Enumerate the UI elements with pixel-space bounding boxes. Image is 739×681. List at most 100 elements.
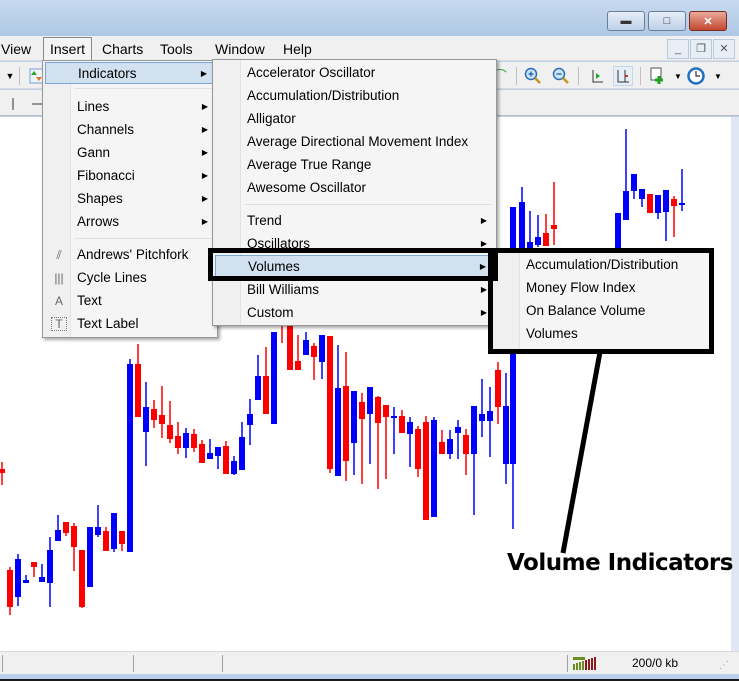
bullish-candle bbox=[215, 447, 221, 456]
menu-item-fibonacci[interactable]: Fibonacci ▶ bbox=[45, 165, 215, 187]
mdi-minimize-button[interactable]: _ bbox=[667, 39, 689, 59]
status-separator bbox=[2, 655, 3, 672]
bearish-candle bbox=[551, 225, 557, 229]
menu-item-alligator[interactable]: Alligator bbox=[215, 108, 494, 130]
volumes-highlight-box bbox=[208, 248, 498, 281]
bullish-candle bbox=[535, 237, 541, 245]
cycle-lines-icon: ||| bbox=[54, 271, 64, 285]
menu-charts[interactable]: Charts bbox=[96, 39, 149, 59]
menu-tools[interactable]: Tools bbox=[154, 39, 199, 59]
autoscroll-icon[interactable] bbox=[613, 66, 633, 86]
bullish-candle bbox=[303, 340, 309, 355]
bearish-candle bbox=[119, 531, 125, 544]
chart-shift-icon[interactable] bbox=[587, 66, 607, 86]
periods-clock-icon[interactable] bbox=[686, 66, 706, 86]
mdi-restore-button[interactable]: ❐ bbox=[690, 39, 712, 59]
bullish-candle bbox=[255, 376, 261, 400]
bearish-candle bbox=[199, 444, 205, 463]
menu-item-accelerator-oscillator[interactable]: Accelerator Oscillator bbox=[215, 62, 494, 84]
bearish-candle bbox=[327, 336, 333, 469]
submenu-arrow-icon: ▶ bbox=[201, 102, 208, 111]
mdi-buttons: _ ❐ ✕ bbox=[667, 39, 735, 59]
bullish-candle bbox=[655, 195, 661, 213]
bullish-candle bbox=[15, 559, 21, 597]
menu-item-adx[interactable]: Average Directional Movement Index bbox=[215, 131, 494, 153]
menu-item-channels[interactable]: Channels ▶ bbox=[45, 119, 215, 141]
menu-item-andrews-pitchfork[interactable]: ⫽ Andrews' Pitchfork bbox=[45, 244, 215, 266]
menu-item-lines[interactable]: Lines ▶ bbox=[45, 96, 215, 118]
caption-buttons: ▬ □ ✕ bbox=[607, 11, 727, 31]
mdi-close-button[interactable]: ✕ bbox=[713, 39, 735, 59]
menu-help[interactable]: Help bbox=[277, 39, 318, 59]
menu-item-bill-williams[interactable]: Bill Williams ▶ bbox=[215, 279, 494, 301]
bullish-candle bbox=[183, 433, 189, 448]
bearish-candle bbox=[71, 526, 77, 547]
toolbar-separator bbox=[640, 67, 641, 85]
bearish-candle bbox=[151, 409, 157, 420]
bullish-candle bbox=[95, 527, 101, 535]
menu-item-text-label[interactable]: T Text Label bbox=[45, 313, 215, 335]
menu-item-shapes[interactable]: Shapes ▶ bbox=[45, 188, 215, 210]
bullish-candle bbox=[207, 453, 213, 459]
zoom-out-icon[interactable] bbox=[551, 66, 571, 86]
periods-dropdown-icon[interactable]: ▼ bbox=[708, 66, 728, 86]
bearish-candle bbox=[671, 199, 677, 206]
submenu-arrow-icon: ▶ bbox=[201, 171, 208, 180]
menu-item-indicators[interactable]: Indicators ▶ bbox=[45, 62, 215, 84]
menu-item-custom[interactable]: Custom ▶ bbox=[215, 302, 494, 324]
status-separator bbox=[222, 655, 223, 672]
connection-status-icon[interactable] bbox=[573, 657, 599, 673]
templates-icon[interactable] bbox=[648, 66, 668, 86]
status-bar: 200/0 kb ⋰ bbox=[0, 651, 739, 674]
bearish-candle bbox=[311, 346, 317, 357]
menu-item-accumulation-distribution[interactable]: Accumulation/Distribution bbox=[215, 85, 494, 107]
bullish-candle bbox=[391, 416, 397, 418]
menu-insert[interactable]: Insert bbox=[43, 37, 93, 61]
menu-item-text[interactable]: A Text bbox=[45, 290, 215, 312]
indicators-menu: Accelerator Oscillator Accumulation/Dist… bbox=[212, 59, 497, 326]
menu-item-awesome-oscillator[interactable]: Awesome Oscillator bbox=[215, 177, 494, 199]
bearish-candle bbox=[463, 435, 469, 454]
window-bottom-border bbox=[0, 674, 739, 681]
submenu-arrow-icon: ▶ bbox=[480, 216, 487, 225]
bearish-candle bbox=[223, 446, 229, 474]
bullish-candle bbox=[479, 414, 485, 421]
bearish-candle bbox=[423, 422, 429, 520]
bearish-candle bbox=[79, 550, 85, 607]
minimize-button[interactable]: ▬ bbox=[607, 11, 645, 31]
menu-item-trend[interactable]: Trend ▶ bbox=[215, 210, 494, 232]
maximize-icon: □ bbox=[663, 15, 671, 27]
bearish-candle bbox=[167, 425, 173, 439]
menu-item-average-true-range[interactable]: Average True Range bbox=[215, 154, 494, 176]
bullish-candle bbox=[615, 213, 621, 248]
close-button[interactable]: ✕ bbox=[689, 11, 727, 31]
bullish-candle bbox=[471, 406, 477, 454]
bearish-candle bbox=[399, 416, 405, 433]
menu-item-arrows[interactable]: Arrows ▶ bbox=[45, 211, 215, 233]
close-icon: ✕ bbox=[703, 15, 713, 28]
menu-view[interactable]: View bbox=[0, 39, 37, 59]
volumes-submenu-highlight-box bbox=[488, 248, 714, 354]
text-icon: A bbox=[54, 294, 63, 308]
bearish-candle bbox=[343, 386, 349, 461]
maximize-button[interactable]: □ bbox=[648, 11, 686, 31]
dropdown-arrow-icon[interactable]: ▼ bbox=[0, 66, 20, 86]
menu-item-cycle-lines[interactable]: ||| Cycle Lines bbox=[45, 267, 215, 289]
vertical-line-icon[interactable] bbox=[0, 94, 20, 114]
resize-grip-icon[interactable]: ⋰ bbox=[719, 660, 729, 671]
bearish-candle bbox=[7, 570, 13, 607]
bearish-candle bbox=[383, 405, 389, 417]
bearish-candle bbox=[375, 397, 381, 423]
zoom-in-icon[interactable] bbox=[523, 66, 543, 86]
templates-dropdown-icon[interactable]: ▼ bbox=[668, 66, 688, 86]
status-separator bbox=[133, 655, 134, 672]
text-label-icon: T bbox=[51, 317, 67, 331]
menu-item-gann[interactable]: Gann ▶ bbox=[45, 142, 215, 164]
menu-separator bbox=[75, 238, 213, 239]
menu-window[interactable]: Window bbox=[209, 39, 271, 59]
submenu-arrow-icon: ▶ bbox=[201, 148, 208, 157]
bullish-candle bbox=[239, 437, 245, 470]
bearish-candle bbox=[135, 364, 141, 417]
bullish-candle bbox=[663, 190, 669, 212]
submenu-arrow-icon: ▶ bbox=[480, 308, 487, 317]
